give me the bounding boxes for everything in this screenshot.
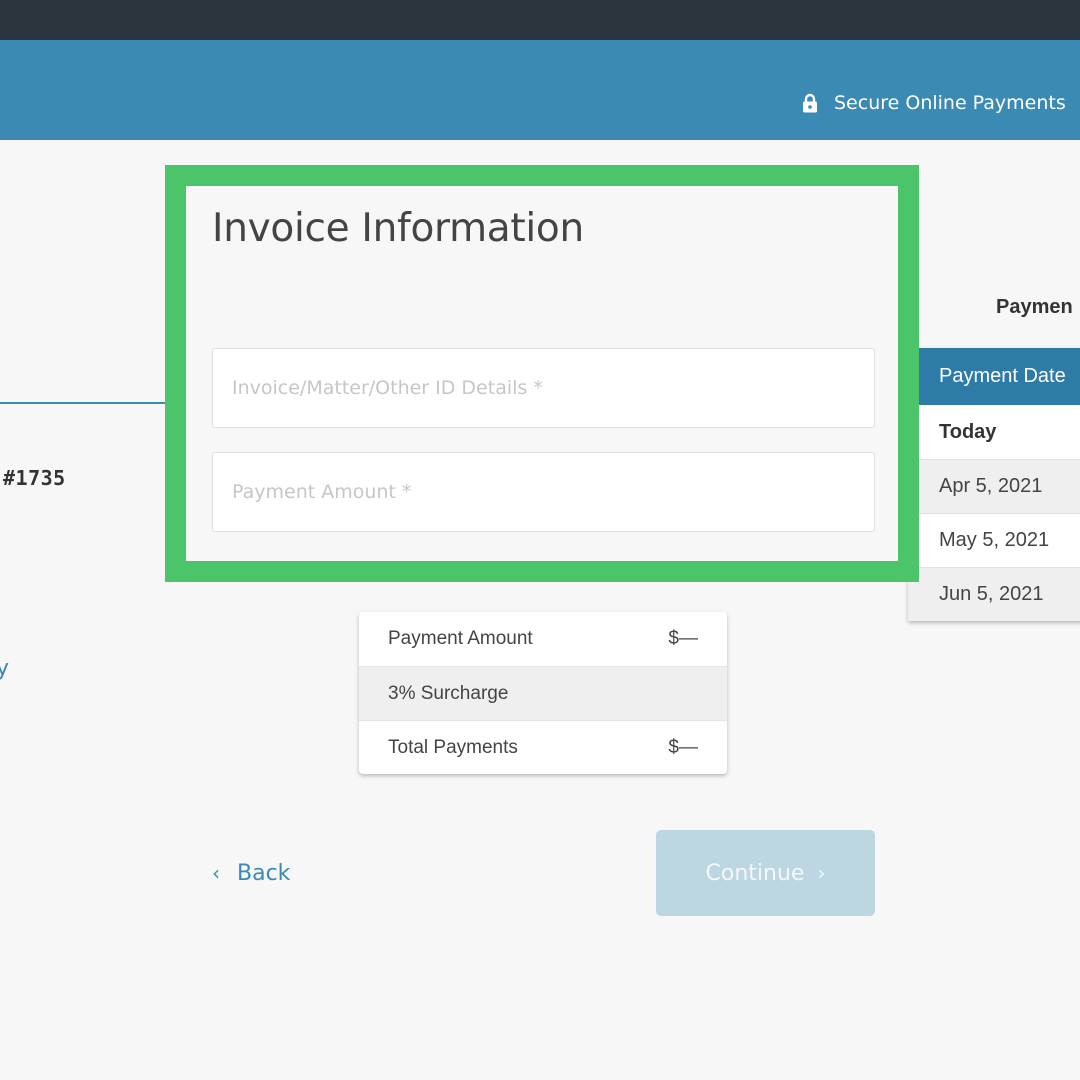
order-number: #1735 <box>3 466 66 490</box>
left-panel-link[interactable]: y <box>0 656 9 681</box>
chevron-right-icon: › <box>817 861 826 885</box>
continue-button[interactable]: Continue › <box>656 830 875 916</box>
summary-value: $— <box>668 628 698 649</box>
secure-payments-text: Secure Online Payments <box>834 92 1066 114</box>
step-divider <box>0 402 166 404</box>
summary-value: $— <box>668 736 698 758</box>
summary-label: Total Payments <box>388 736 518 758</box>
secure-payments-label: Secure Online Payments <box>801 90 1066 116</box>
schedule-row: Apr 5, 2021 <box>908 459 1080 513</box>
payment-schedule-title: Paymen <box>996 296 1073 318</box>
back-label: Back <box>237 860 291 886</box>
schedule-header: Payment Date <box>908 348 1080 405</box>
invoice-id-input[interactable] <box>212 348 875 428</box>
schedule-row: Jun 5, 2021 <box>908 567 1080 621</box>
summary-label: Payment Amount <box>388 628 533 649</box>
payment-amount-input[interactable] <box>212 452 875 532</box>
summary-label: 3% Surcharge <box>388 682 509 704</box>
lock-icon <box>803 93 817 113</box>
payment-summary: Payment Amount $— 3% Surcharge Total Pay… <box>359 612 727 774</box>
payment-schedule-table: Payment Date Today Apr 5, 2021 May 5, 20… <box>908 348 1080 621</box>
chevron-left-icon: ‹ <box>212 861 220 885</box>
back-button[interactable]: ‹ Back <box>212 855 290 891</box>
summary-row-surcharge: 3% Surcharge <box>359 666 727 720</box>
continue-label: Continue <box>705 860 805 886</box>
invoice-section-title: Invoice Information <box>212 206 584 251</box>
summary-row-total: Total Payments $— <box>359 720 727 774</box>
top-bar <box>0 0 1080 40</box>
schedule-row: May 5, 2021 <box>908 513 1080 567</box>
summary-row-payment-amount: Payment Amount $— <box>359 612 727 666</box>
schedule-row: Today <box>939 420 997 443</box>
